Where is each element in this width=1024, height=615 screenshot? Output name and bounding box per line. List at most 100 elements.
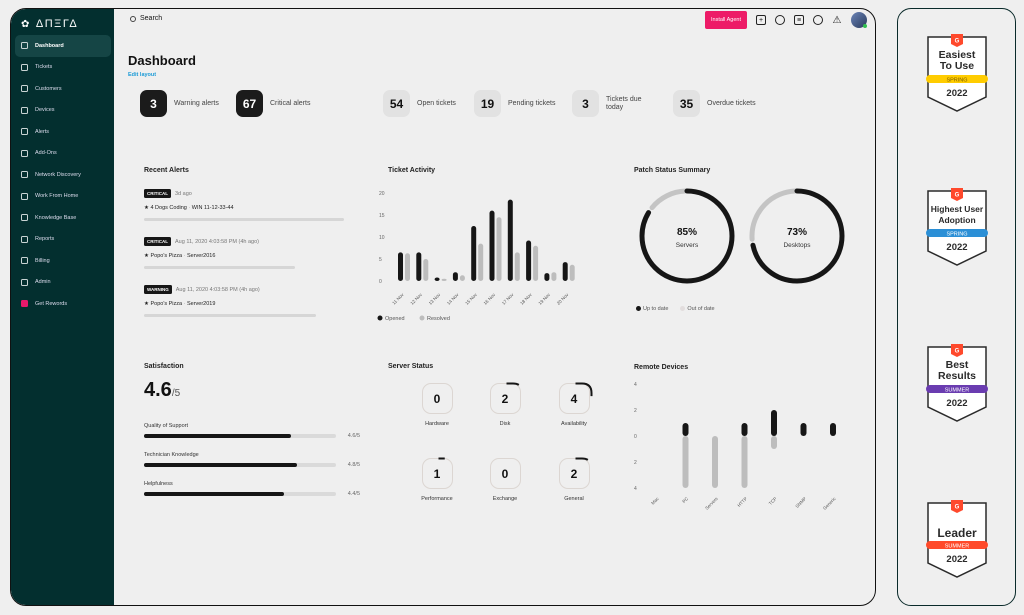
bar-online[interactable] [682, 423, 689, 436]
satisfaction-fill [144, 492, 285, 496]
donut-name: Servers [675, 242, 699, 249]
server-status-general[interactable]: 2 General [544, 457, 604, 502]
bar-online[interactable] [830, 423, 836, 436]
bar-opened[interactable] [562, 262, 568, 281]
kpi-overdue-tickets[interactable]: 35 Overdue tickets [673, 90, 757, 117]
bar-resolved[interactable] [533, 245, 539, 281]
satisfaction-title: Satisfaction [144, 363, 184, 370]
x-tick-label: SNMP [794, 496, 807, 509]
bar-resolved[interactable] [569, 264, 575, 281]
sidebar-item-work-from-home[interactable]: Work From Home [15, 186, 111, 208]
install-agent-button[interactable]: Install Agent [705, 11, 747, 29]
alert-device: Server2019 [186, 301, 216, 307]
kpi-critical-alerts[interactable]: 67 Critical alerts [236, 90, 320, 117]
x-tick-label: HTTP [736, 496, 748, 508]
bar-opened[interactable] [507, 199, 513, 281]
bar-resolved[interactable] [423, 259, 429, 281]
alert-progress-bar [144, 218, 344, 221]
donut-servers[interactable]: 85% Servers [637, 186, 737, 286]
sidebar-item-reports[interactable]: Reports [15, 229, 111, 251]
x-tick-label: PC [681, 496, 689, 504]
server-status-performance[interactable]: 1 Performance [407, 457, 467, 502]
bar-resolved[interactable] [478, 243, 484, 281]
sidebar-item-tickets[interactable]: Tickets [15, 57, 111, 79]
bar-resolved[interactable] [441, 278, 447, 281]
x-tick-label: 17 Nov [501, 292, 515, 306]
status-arc [575, 382, 592, 400]
sidebar-item-dashboard[interactable]: Dashboard [15, 35, 111, 57]
legend-label: Opened [385, 316, 405, 322]
sidebar-item-alerts[interactable]: Alerts [15, 121, 111, 143]
kpi-tickets-due-today[interactable]: 3 Tickets due today [572, 90, 656, 117]
sidebar-item-get-rewords[interactable]: Get Rewords [15, 293, 111, 315]
bar-offline[interactable] [741, 436, 748, 488]
legend-out-of-date: Out of date [680, 306, 715, 312]
server-status-label: Availability [561, 421, 587, 427]
kpi-label: Warning alerts [174, 99, 219, 107]
sidebar-item-network-discovery[interactable]: Network Discovery [15, 164, 111, 186]
alert-item[interactable]: CRITICAL Aug 11, 2020 4:03:58 PM (4h ago)… [144, 230, 354, 269]
alert-header: WARNING Aug 11, 2020 4:03:58 PM (4h ago) [144, 278, 354, 296]
bar-opened[interactable] [471, 226, 477, 281]
sidebar-item-devices[interactable]: Devices [15, 100, 111, 122]
bar-opened[interactable] [398, 252, 403, 281]
sidebar-item-label: Tickets [35, 64, 53, 71]
bar-resolved[interactable] [514, 252, 520, 281]
kpi-value: 3 [572, 90, 599, 117]
bar-opened[interactable] [434, 277, 440, 281]
awards-panel: G Easiest To Use SPRING 2022 G Highest User Ado… [897, 8, 1016, 606]
sidebar-item-admin[interactable]: Admin [15, 272, 111, 294]
server-status-hardware[interactable]: 0 Hardware [407, 383, 467, 427]
bar-resolved[interactable] [551, 272, 557, 281]
logo[interactable]: ✿ ΔΠΞΓΔ [21, 17, 78, 31]
bar-opened[interactable] [489, 210, 495, 281]
search-input[interactable]: Search [130, 15, 162, 22]
kpi-pending-tickets[interactable]: 19 Pending tickets [474, 90, 558, 117]
bell-icon[interactable] [813, 15, 823, 25]
bar-online[interactable] [771, 410, 777, 436]
bar-resolved[interactable] [459, 275, 465, 281]
alert-item[interactable]: CRITICAL 3d ago ★ 4 Dogs Coding · WIN 11-1… [144, 182, 354, 221]
bar-opened[interactable] [544, 273, 550, 281]
bar-opened[interactable] [452, 272, 458, 281]
bar-opened[interactable] [416, 252, 422, 281]
add-icon[interactable]: + [756, 15, 766, 25]
edit-layout-link[interactable]: Edit layout [128, 72, 156, 78]
bar-online[interactable] [741, 423, 748, 436]
alert-progress-bar [144, 266, 296, 269]
server-status-availability[interactable]: 4 Availability [544, 382, 604, 427]
g2-logo-text: G [955, 39, 960, 45]
satisfaction-label: Helpfulness [144, 481, 173, 487]
sidebar-item-knowledge-base[interactable]: Knowledge Base [15, 207, 111, 229]
server-status-disk[interactable]: 2 Disk [475, 382, 535, 427]
bar-offline[interactable] [771, 436, 777, 449]
satisfaction-label: Quality of Support [144, 423, 189, 429]
lightbulb-icon[interactable] [775, 15, 785, 25]
award-title: Results [938, 370, 976, 382]
server-status-exchange[interactable]: 0 Exchange [475, 458, 535, 502]
sidebar-item-add-ons[interactable]: Add-Ons [15, 143, 111, 165]
alert-triangle-icon[interactable]: ⚠ [832, 15, 842, 26]
bar-offline[interactable] [682, 436, 689, 488]
bar-opened[interactable] [526, 240, 532, 281]
bar-resolved[interactable] [496, 217, 502, 281]
donut-desktops[interactable]: 73% Desktops [747, 186, 847, 286]
avatar[interactable] [851, 12, 867, 28]
bar-offline[interactable] [712, 436, 718, 488]
alert-source: ★ Popo's Pizza · Server2019 [144, 301, 354, 307]
sidebar-item-customers[interactable]: Customers [15, 78, 111, 100]
award-year: 2022 [946, 554, 967, 565]
alert-item[interactable]: WARNING Aug 11, 2020 4:03:58 PM (4h ago) ★… [144, 278, 354, 317]
kpi-open-tickets[interactable]: 54 Open tickets [383, 90, 467, 117]
sidebar-item-billing[interactable]: Billing [15, 250, 111, 272]
sidebar-nav: Dashboard Tickets Customers Devices Alerts Ad… [15, 35, 111, 315]
legend-label: Out of date [687, 306, 715, 312]
bar-online[interactable] [800, 423, 807, 436]
satisfaction-row: Technician Knowledge 4.8/5 [144, 452, 360, 468]
notes-icon[interactable]: ≡ [794, 15, 804, 25]
bar-resolved[interactable] [405, 253, 410, 281]
satisfaction-fill [144, 463, 297, 467]
status-arc [506, 382, 523, 400]
kpi-warning-alerts[interactable]: 3 Warning alerts [140, 90, 224, 117]
server-status-count: 0 [489, 458, 521, 489]
